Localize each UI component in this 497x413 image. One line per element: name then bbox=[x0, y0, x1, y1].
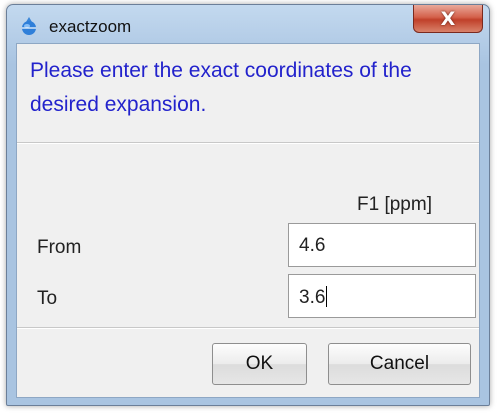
dialog-content: Please enter the exact coordinates of th… bbox=[16, 43, 480, 398]
from-input[interactable]: 4.6 bbox=[288, 223, 476, 267]
to-value: 3.6 bbox=[299, 287, 326, 308]
instruction-message: Please enter the exact coordinates of th… bbox=[30, 59, 412, 116]
from-label: From bbox=[37, 237, 82, 258]
top-divider bbox=[17, 142, 479, 144]
column-header-f1: F1 [ppm] bbox=[357, 194, 432, 215]
close-button[interactable]: X bbox=[413, 5, 483, 33]
to-input[interactable]: 3.6 bbox=[288, 274, 476, 318]
title-bar[interactable]: exactzoom X bbox=[7, 5, 489, 43]
bottom-divider bbox=[17, 327, 479, 329]
window-title: exactzoom bbox=[49, 17, 132, 36]
ok-button[interactable]: OK bbox=[212, 343, 307, 385]
text-caret bbox=[326, 286, 328, 307]
from-value: 4.6 bbox=[299, 235, 326, 256]
to-label: To bbox=[37, 288, 58, 309]
close-icon: X bbox=[440, 7, 456, 30]
cancel-button[interactable]: Cancel bbox=[328, 343, 471, 385]
exactzoom-dialog: exactzoom X Please enter the exact coord… bbox=[6, 4, 490, 406]
app-icon bbox=[22, 17, 36, 35]
